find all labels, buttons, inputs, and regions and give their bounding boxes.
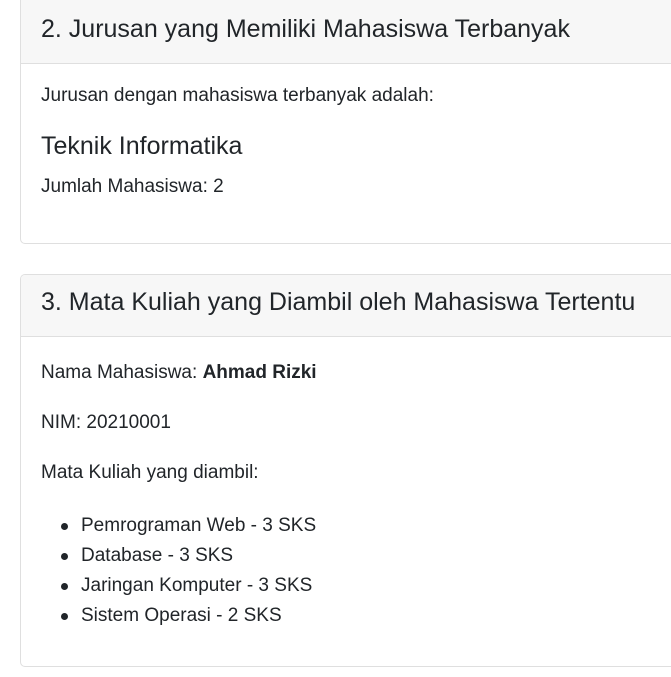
card-title: 3. Mata Kuliah yang Diambil oleh Mahasis… bbox=[41, 288, 636, 316]
card-header: 3. Mata Kuliah yang Diambil oleh Mahasis… bbox=[21, 275, 671, 337]
intro-text: Jurusan dengan mahasiswa terbanyak adala… bbox=[41, 85, 434, 106]
student-name-line: Nama Mahasiswa: Ahmad Rizki bbox=[41, 361, 317, 385]
list-item: Pemrograman Web - 3 SKS bbox=[60, 511, 316, 541]
card-header: 2. Jurusan yang Memiliki Mahasiswa Terba… bbox=[21, 0, 671, 64]
major-name: Teknik Informatika bbox=[41, 132, 243, 160]
courses-label: Mata Kuliah yang diambil: bbox=[41, 462, 259, 483]
most-students-major-card: 2. Jurusan yang Memiliki Mahasiswa Terba… bbox=[20, 0, 671, 244]
student-name-value: Ahmad Rizki bbox=[202, 362, 317, 383]
nim-text: NIM: 20210001 bbox=[41, 412, 171, 433]
student-name-label: Nama Mahasiswa: bbox=[41, 362, 203, 383]
card-title: 2. Jurusan yang Memiliki Mahasiswa Terba… bbox=[41, 15, 570, 43]
list-item: Sistem Operasi - 2 SKS bbox=[60, 601, 316, 631]
list-item: Database - 3 SKS bbox=[60, 541, 316, 571]
course-list: Pemrograman Web - 3 SKS Database - 3 SKS… bbox=[41, 511, 316, 631]
list-item: Jaringan Komputer - 3 SKS bbox=[60, 571, 316, 601]
student-count-text: Jumlah Mahasiswa: 2 bbox=[41, 176, 224, 197]
student-courses-card: 3. Mata Kuliah yang Diambil oleh Mahasis… bbox=[20, 274, 671, 667]
